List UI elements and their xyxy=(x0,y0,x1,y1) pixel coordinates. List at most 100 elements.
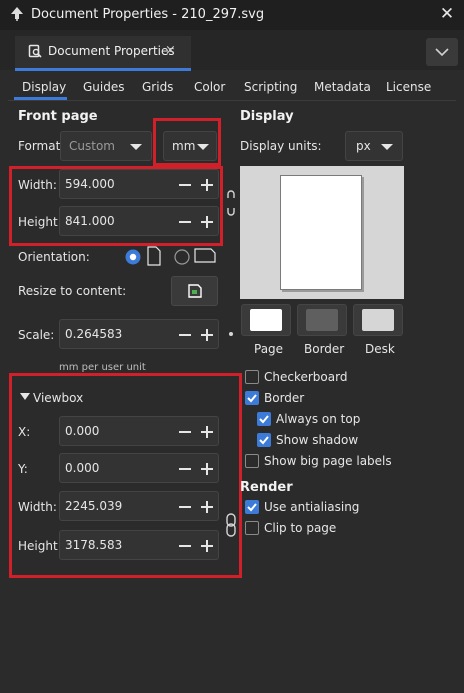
tabs-divider xyxy=(8,100,456,101)
chevron-down-icon xyxy=(197,144,209,150)
tab-scripting[interactable]: Scripting xyxy=(244,80,297,94)
tab-color[interactable]: Color xyxy=(194,80,225,94)
page-color-button[interactable] xyxy=(241,304,291,336)
viewbox-y-value: 0.000 xyxy=(65,461,100,475)
dock-tab-label: Document Properties xyxy=(48,44,175,58)
scale-link-dot xyxy=(229,332,233,336)
checkmark-icon xyxy=(247,394,257,403)
width-label: Width: xyxy=(18,178,57,192)
show-shadow-checkbox[interactable] xyxy=(257,433,271,447)
landscape-radio[interactable] xyxy=(174,249,190,265)
viewbox-width-spinbox[interactable]: 2245.039 xyxy=(59,491,219,521)
tab-grids[interactable]: Grids xyxy=(142,80,173,94)
border-color-swatch xyxy=(306,309,338,331)
show-big-page-labels-label: Show big page labels xyxy=(264,454,392,468)
display-units-dropdown[interactable]: px xyxy=(345,131,403,161)
units-value: mm xyxy=(172,139,196,153)
units-dropdown[interactable]: mm xyxy=(163,131,217,161)
viewbox-x-label: X: xyxy=(18,425,31,439)
desk-color-label: Desk xyxy=(365,342,395,356)
decrement-icon[interactable] xyxy=(179,431,191,433)
page-width-value: 594.000 xyxy=(65,177,115,191)
page-preview-sheet xyxy=(280,175,362,290)
tab-display[interactable]: Display xyxy=(22,80,66,94)
resize-to-content-button[interactable] xyxy=(171,276,218,306)
desk-color-button[interactable] xyxy=(353,304,403,336)
decrement-icon[interactable] xyxy=(179,545,191,547)
viewbox-width-label: Width: xyxy=(18,500,57,514)
decrement-icon[interactable] xyxy=(179,334,191,336)
use-antialiasing-label: Use antialiasing xyxy=(264,500,360,514)
render-heading: Render xyxy=(240,480,293,495)
display-units-label: Display units: xyxy=(240,139,322,153)
border-color-button[interactable] xyxy=(297,304,347,336)
viewbox-height-spinbox[interactable]: 3178.583 xyxy=(59,530,219,560)
scale-units-caption: mm per user unit xyxy=(59,362,146,373)
viewbox-width-value: 2245.039 xyxy=(65,499,123,513)
viewbox-y-label: Y: xyxy=(18,462,28,476)
checkerboard-label: Checkerboard xyxy=(264,370,348,384)
decrement-icon[interactable] xyxy=(179,506,191,508)
border-label: Border xyxy=(264,391,305,405)
decrement-icon[interactable] xyxy=(179,221,191,223)
format-value: Custom xyxy=(69,139,115,153)
display-units-value: px xyxy=(356,139,371,153)
portrait-page-icon xyxy=(147,246,161,266)
page-color-swatch xyxy=(250,309,282,331)
scale-value: 0.264583 xyxy=(65,327,123,341)
portrait-radio[interactable] xyxy=(125,249,141,265)
format-dropdown[interactable]: Custom xyxy=(60,131,152,161)
clip-to-page-label: Clip to page xyxy=(264,521,337,535)
front-page-heading: Front page xyxy=(18,109,98,124)
scale-label: Scale: xyxy=(18,328,55,342)
page-height-spinbox[interactable]: 841.000 xyxy=(59,206,219,236)
page-height-value: 841.000 xyxy=(65,214,115,228)
decrement-icon[interactable] xyxy=(179,184,191,186)
collapse-triangle-icon[interactable] xyxy=(20,393,30,400)
window-title: Document Properties - 210_297.svg xyxy=(31,7,265,22)
close-window-button[interactable]: ✕ xyxy=(436,4,458,26)
decrement-icon[interactable] xyxy=(179,468,191,470)
border-checkbox[interactable] xyxy=(245,391,259,405)
page-width-spinbox[interactable]: 594.000 xyxy=(59,169,219,199)
orientation-label: Orientation: xyxy=(18,250,90,264)
dock-tab-close-button[interactable]: × xyxy=(165,43,176,58)
show-big-page-labels-checkbox[interactable] xyxy=(245,454,259,468)
tab-metadata[interactable]: Metadata xyxy=(314,80,371,94)
format-label: Format: xyxy=(18,139,65,153)
resize-to-content-label: Resize to content: xyxy=(18,284,127,298)
checkmark-icon xyxy=(259,436,269,445)
viewbox-x-value: 0.000 xyxy=(65,424,100,438)
viewbox-x-spinbox[interactable]: 0.000 xyxy=(59,416,219,446)
checkmark-icon xyxy=(247,503,257,512)
dock-tab-active-indicator xyxy=(15,68,191,71)
checkerboard-checkbox[interactable] xyxy=(245,370,259,384)
always-on-top-label: Always on top xyxy=(276,412,361,426)
resize-page-icon xyxy=(188,284,202,298)
clip-to-page-checkbox[interactable] xyxy=(245,521,259,535)
chevron-down-icon xyxy=(381,144,393,150)
always-on-top-checkbox[interactable] xyxy=(257,412,271,426)
display-heading: Display xyxy=(240,109,294,124)
dock-menu-button[interactable] xyxy=(426,38,458,66)
chevron-down-icon xyxy=(435,48,449,57)
tab-license[interactable]: License xyxy=(386,80,431,94)
viewbox-heading[interactable]: Viewbox xyxy=(33,391,83,405)
landscape-page-icon xyxy=(194,248,216,263)
chevron-down-icon xyxy=(130,144,142,150)
show-shadow-label: Show shadow xyxy=(276,433,359,447)
viewbox-y-spinbox[interactable]: 0.000 xyxy=(59,453,219,483)
height-label: Height: xyxy=(18,215,62,229)
checkmark-icon xyxy=(259,415,269,424)
desk-color-swatch xyxy=(362,309,394,331)
unlink-chain-icon[interactable] xyxy=(225,189,237,217)
border-color-label: Border xyxy=(304,342,345,356)
scale-spinbox[interactable]: 0.264583 xyxy=(59,319,219,349)
link-chain-icon[interactable] xyxy=(226,513,236,537)
inkscape-app-icon xyxy=(10,7,24,21)
tab-guides[interactable]: Guides xyxy=(83,80,125,94)
page-color-label: Page xyxy=(254,342,284,356)
document-properties-icon xyxy=(28,44,42,58)
use-antialiasing-checkbox[interactable] xyxy=(245,500,259,514)
viewbox-height-value: 3178.583 xyxy=(65,538,123,552)
